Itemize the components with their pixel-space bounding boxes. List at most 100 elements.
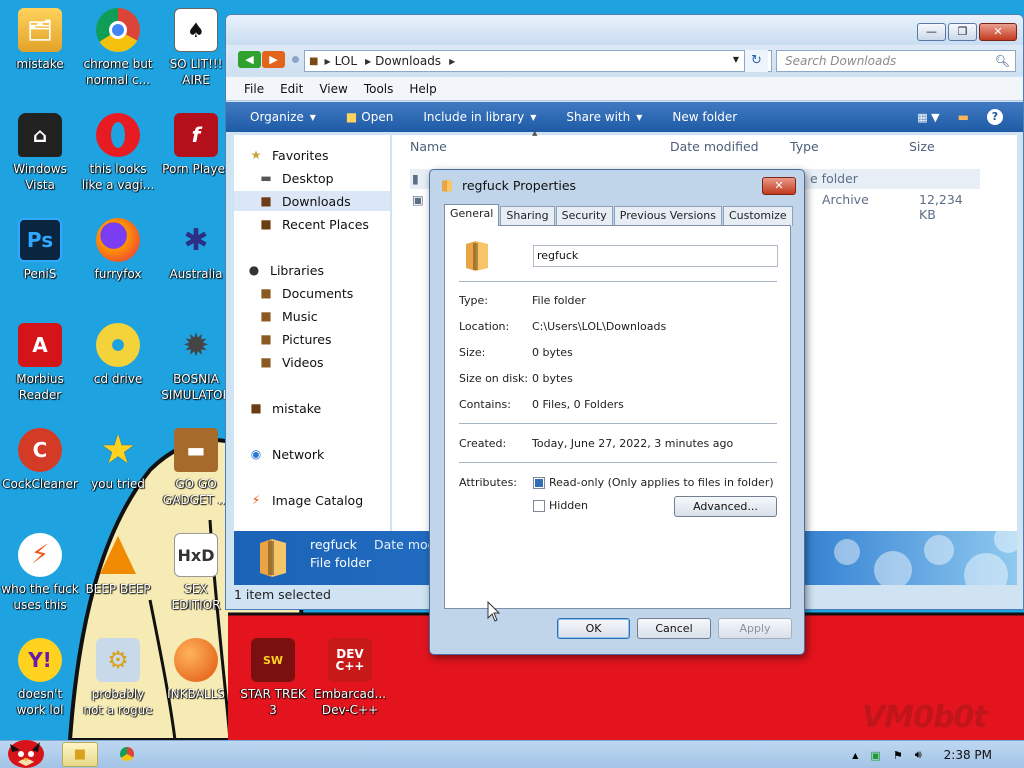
firefox-icon [96,218,140,262]
share-with-button[interactable]: Share with ▼ [566,110,642,124]
solitaire-icon: ♠ [174,8,218,52]
nav-recent-places[interactable]: ■ Recent Places [234,214,390,234]
desktop-icon-porn-player[interactable]: f Porn Player [156,113,236,177]
clock[interactable]: 2:38 PM [944,748,992,762]
nav-documents[interactable]: ■ Documents [234,283,390,303]
show-hidden-icons-icon[interactable]: ▲ [852,751,858,760]
menu-view[interactable]: View [319,82,347,96]
tab-sharing[interactable]: Sharing [500,206,555,226]
dialog-close-button[interactable]: ✕ [762,177,796,195]
desktop-icon-devcpp[interactable]: DEV C++ Embarcad... Dev-C++ [310,638,390,718]
desktop-icon-beep-beep[interactable]: BEEP BEEP [78,533,158,597]
column-name-label: Name [410,139,447,154]
apply-button[interactable]: Apply [718,618,792,639]
desktop-icon-you-tried[interactable]: ★ you tried [78,427,158,492]
start-button[interactable] [2,732,50,768]
desktop-icon-bosnia-simulator[interactable]: ✹ BOSNIA SIMULATOR [156,323,236,403]
menu-file[interactable]: File [244,82,264,96]
desktop-icon-solitaire[interactable]: ♠ SO LIT!!! AIRE [156,8,236,88]
breadcrumb-downloads[interactable]: Downloads [375,54,441,68]
explorer-title-bar[interactable]: — ❐ ✕ [226,15,1023,45]
forward-button[interactable]: ▶ [262,51,285,68]
tab-general[interactable]: General [444,204,500,226]
include-in-library-button[interactable]: Include in library ▼ [423,110,536,124]
maximize-button[interactable]: ❐ [948,23,977,41]
desktop-icon-opera[interactable]: this looks like a vagi... [78,113,158,193]
nav-videos[interactable]: ■ Videos [234,352,390,372]
menu-tools[interactable]: Tools [364,82,394,96]
desktop-icon-sex-editior[interactable]: HxD SEX EDITIOR [156,533,236,613]
network-status-icon[interactable]: ▣ [870,749,880,762]
desktop-icon-morbius-reader[interactable]: A Morbius Reader [0,323,80,403]
desktop-icon-cockcleaner[interactable]: C CockCleaner [0,428,80,492]
back-button[interactable]: ◀ [238,51,261,68]
nav-user-mistake[interactable]: ■ mistake [248,398,404,418]
advanced-button[interactable]: Advanced... [674,496,777,517]
column-type[interactable]: Type [790,139,819,161]
new-folder-button[interactable]: New folder [672,110,737,124]
open-button[interactable]: ■ Open [346,110,393,124]
desktop-icon-mistake[interactable]: 🗂 mistake [0,8,80,72]
hidden-checkbox[interactable]: Hidden [533,499,588,512]
refresh-button[interactable]: ↻ [744,50,768,72]
readonly-checkbox[interactable]: Read-only (Only applies to files in fold… [533,476,774,489]
search-input[interactable]: Search Downloads 🔍︎ [776,50,1016,72]
desktop-icon-windows-vista[interactable]: ⌂ Windows Vista [0,113,80,193]
nav-network[interactable]: ◉ Network [248,444,404,464]
desktop-icon-gadgets[interactable]: ▬ GO GO GADGET ... [156,428,236,508]
network-icon: ◉ [250,447,262,461]
desktop-icon-yahoo[interactable]: Y! doesn't work lol [0,638,80,718]
address-bar[interactable]: ■ ▶ LOL ▶ Downloads ▶ ▼ [304,50,772,72]
inkball-icon [174,638,218,682]
nav-image-catalog[interactable]: ⚡ Image Catalog [248,490,404,510]
desktop-icon-australia[interactable]: ✱ Australia [156,218,236,282]
breadcrumb-lol[interactable]: LOL [335,54,357,68]
taskbar-chrome-button[interactable] [112,742,142,767]
menu-edit[interactable]: Edit [280,82,303,96]
include-in-library-label: Include in library [423,110,525,124]
column-date-modified[interactable]: Date modified [670,139,759,161]
tab-security[interactable]: Security [555,206,613,226]
organize-button[interactable]: Organize ▼ [250,110,316,124]
desktop-icon-inkballs[interactable]: INKBALLS [156,638,236,702]
minimize-button[interactable]: — [917,23,946,41]
desktop-icon-photoshop[interactable]: Ps PeniS [0,218,80,282]
folder-name-input[interactable]: regfuck [533,245,778,267]
view-options-icon[interactable]: ▦ ▼ [917,111,939,124]
cancel-button[interactable]: Cancel [637,618,711,639]
nav-pictures[interactable]: ■ Pictures [234,329,390,349]
taskbar-explorer-button[interactable]: ■ [62,742,98,767]
ok-button[interactable]: OK [557,618,630,639]
column-size[interactable]: Size [909,139,935,161]
column-name[interactable]: Name [410,139,447,161]
desktop-icon-avast[interactable]: ⚡ who the fuck uses this [0,533,80,613]
separator [459,462,777,463]
nav-desktop[interactable]: ▬ Desktop [234,168,390,188]
status-bar: 1 item selected [234,587,331,602]
nav-downloads[interactable]: ■ Downloads [234,191,390,211]
address-dropdown-icon[interactable]: ▼ [733,55,739,64]
menu-help[interactable]: Help [409,82,436,96]
help-icon[interactable]: ? [987,109,1003,125]
nav-favorites[interactable]: ★ Favorites [248,145,404,165]
yahoo-icon: Y! [18,638,62,682]
desktop-icon-chrome[interactable]: chrome but normal c... [78,8,158,88]
column-date-label: Date modified [670,139,759,154]
desktop-icon-rogue[interactable]: ⚙ probably not a rogue [78,638,158,718]
close-button[interactable]: ✕ [979,23,1017,41]
folder-icon: 🗂 [18,8,62,52]
volume-icon[interactable]: 🔊︎ [915,748,922,762]
dialog-title-bar[interactable]: regfuck Properties [440,178,576,193]
desktop-icon-cd-drive[interactable]: cd drive [78,323,158,387]
folder-large-icon [260,539,286,577]
desktop-icon-firefox[interactable]: furryfox [78,218,158,282]
nav-libraries[interactable]: ● Libraries [246,260,402,280]
recent-pages-button[interactable] [292,56,299,63]
flag-icon[interactable]: ⚑ [893,749,903,762]
preview-pane-icon[interactable]: ▬ [958,110,969,124]
tab-customize[interactable]: Customize [722,206,793,226]
nav-music[interactable]: ■ Music [234,306,390,326]
desktop-icon: ▬ [260,171,272,185]
tab-previous-versions[interactable]: Previous Versions [613,206,722,226]
desktop-icon-star-trek[interactable]: SW STAR TREK 3 [233,638,313,718]
